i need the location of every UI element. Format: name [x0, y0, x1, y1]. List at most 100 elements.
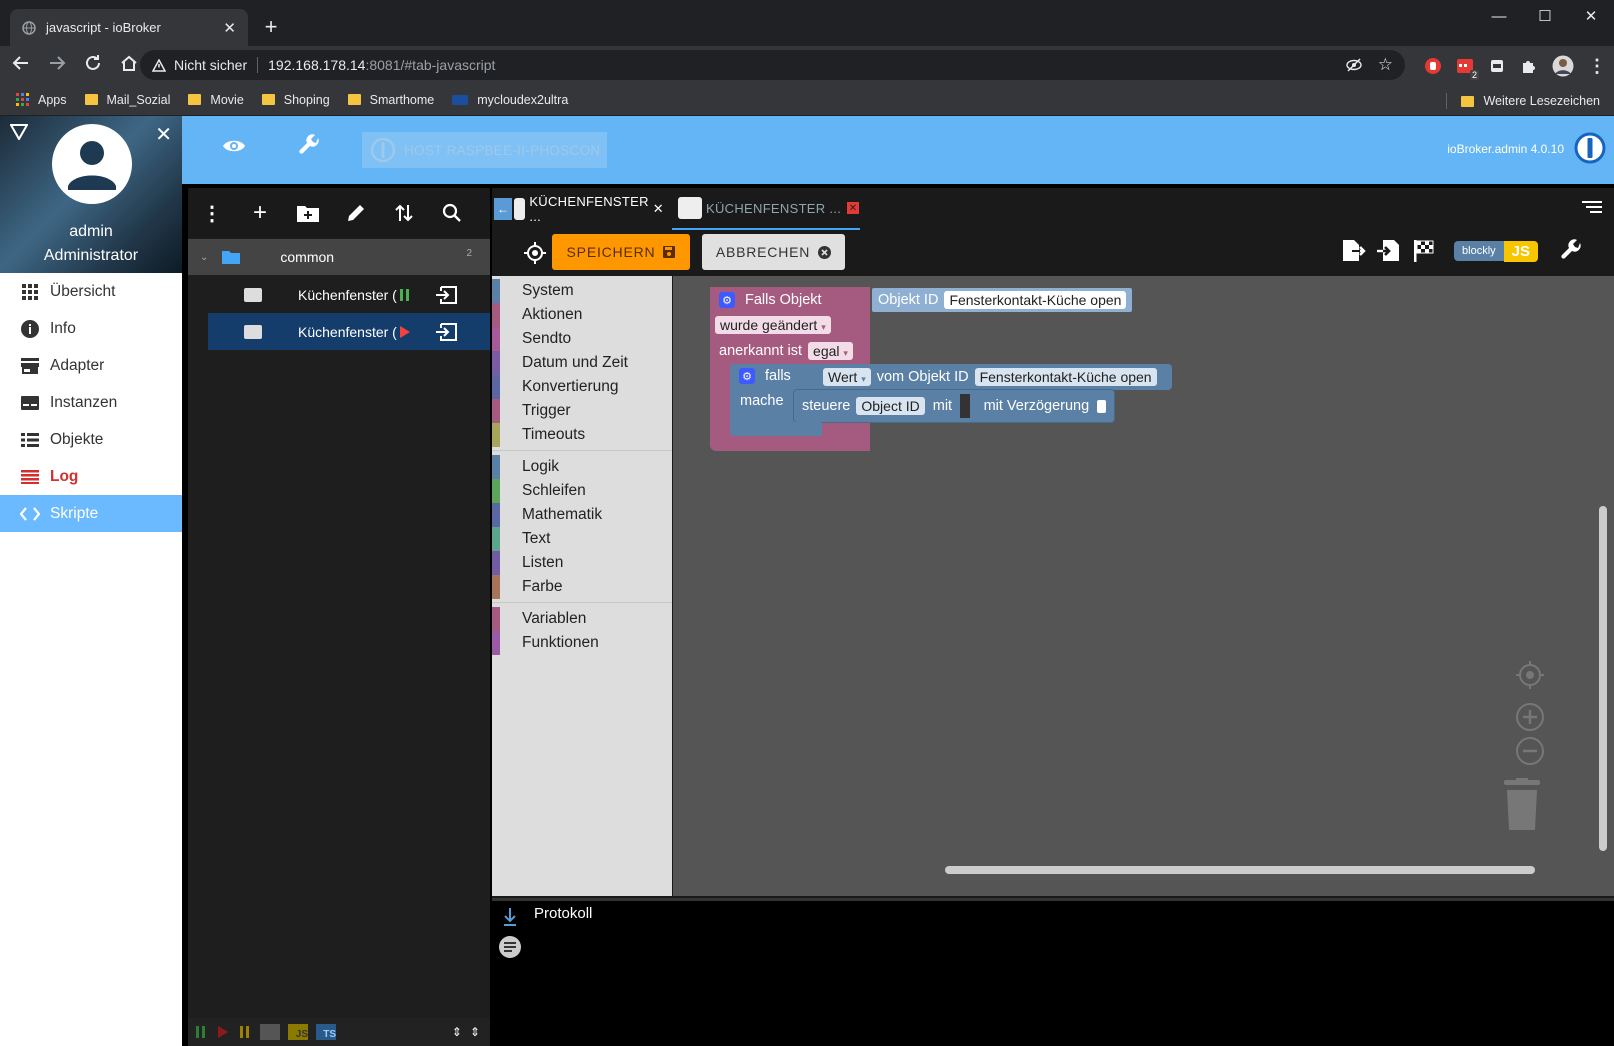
hand-extension-icon[interactable]: [1424, 57, 1442, 75]
blockly-filter-icon[interactable]: [260, 1024, 280, 1040]
goto-log-icon[interactable]: [435, 322, 457, 341]
sort-button[interactable]: [380, 188, 428, 238]
filter-triangle-icon[interactable]: [10, 124, 28, 140]
calendar-extension-icon[interactable]: 2: [1456, 57, 1479, 80]
nav-item-log[interactable]: Log: [0, 458, 182, 495]
wrench-settings-icon[interactable]: [1560, 239, 1584, 263]
star-icon[interactable]: ☆: [1378, 55, 1393, 75]
other-bookmarks[interactable]: Weitere Lesezeichen: [1446, 93, 1600, 109]
toolbox-category-farbe[interactable]: Farbe: [492, 575, 672, 599]
close-window-icon[interactable]: ✕: [1568, 7, 1614, 25]
clear-log-icon[interactable]: [498, 935, 522, 959]
bookmark-shoping[interactable]: Shoping: [261, 93, 330, 107]
toolbox-category-schleifen[interactable]: Schleifen: [492, 479, 672, 503]
rename-button[interactable]: [332, 188, 380, 238]
script-row-selected[interactable]: Küchenfenster (: [208, 313, 490, 350]
minimize-icon[interactable]: —: [1476, 8, 1522, 25]
chevron-down-icon[interactable]: ⌄: [200, 252, 208, 263]
toolbox-category-timeouts[interactable]: Timeouts: [492, 423, 672, 447]
object-id-block[interactable]: Objekt ID Fensterkontakt-Küche open: [872, 288, 1133, 312]
close-unsaved-tab-icon[interactable]: ✕: [847, 202, 860, 214]
collapse-all-icon[interactable]: ⇕: [470, 1025, 480, 1039]
nav-item-skripte[interactable]: Skripte: [0, 495, 182, 532]
reload-icon[interactable]: [84, 54, 102, 72]
trash-icon[interactable]: [1501, 778, 1543, 832]
delay-checkbox[interactable]: [1097, 399, 1106, 413]
nav-item-objekte[interactable]: Objekte: [0, 421, 182, 458]
export-icon[interactable]: [1340, 238, 1366, 264]
nav-item-overview[interactable]: Übersicht: [0, 273, 182, 310]
object-id-field[interactable]: Fensterkontakt-Küche open: [944, 291, 1127, 309]
add-script-button[interactable]: +: [236, 188, 284, 238]
value-object-field[interactable]: Fensterkontakt-Küche open: [974, 368, 1157, 386]
back-icon[interactable]: [12, 54, 30, 72]
expand-all-icon[interactable]: ⇕: [452, 1025, 462, 1039]
editor-tab-1[interactable]: KÜCHENFENSTER ... ✕: [514, 188, 664, 230]
menu-lines-icon[interactable]: [1582, 200, 1602, 214]
import-icon[interactable]: [1376, 238, 1402, 264]
home-icon[interactable]: [120, 54, 138, 72]
toolbox-category-mathematik[interactable]: Mathematik: [492, 503, 672, 527]
toolbox-category-variablen[interactable]: Variablen: [492, 607, 672, 631]
js-filter-icon[interactable]: JS: [288, 1024, 308, 1040]
script-row[interactable]: Küchenfenster (: [208, 276, 490, 313]
play-filter-icon[interactable]: [216, 1025, 230, 1039]
add-folder-button[interactable]: [284, 188, 332, 238]
play-status-icon[interactable]: [399, 325, 411, 339]
toolbox-category-konvertierung[interactable]: Konvertierung: [492, 375, 672, 399]
printer-extension-icon[interactable]: [1488, 57, 1506, 75]
address-bar[interactable]: Nicht sicher 192.168.178.14 :8081/#tab-j…: [140, 50, 1405, 80]
nav-item-instanzen[interactable]: Instanzen: [0, 384, 182, 421]
zoom-out-icon[interactable]: [1515, 736, 1545, 766]
pause-filter-icon[interactable]: [194, 1025, 208, 1039]
more-vert-button[interactable]: ⋮: [188, 188, 236, 238]
toolbox-category-logik[interactable]: Logik: [492, 455, 672, 479]
value-dropdown[interactable]: Wert ▾: [823, 368, 871, 386]
bookmark-mycloud[interactable]: mycloudex2ultra: [452, 93, 568, 107]
wrench-icon[interactable]: [298, 134, 322, 158]
changed-dropdown[interactable]: wurde geändert ▾: [715, 316, 831, 334]
save-button[interactable]: SPEICHERN: [552, 234, 690, 270]
menu-dots-icon[interactable]: ⋮: [1588, 56, 1606, 77]
eye-off-icon[interactable]: [1346, 58, 1362, 72]
scroll-down-icon[interactable]: [502, 907, 518, 927]
pause-all-icon[interactable]: [238, 1025, 252, 1039]
gear-icon[interactable]: ⚙: [719, 292, 735, 308]
toolbox-category-sendto[interactable]: Sendto: [492, 327, 672, 351]
forward-icon[interactable]: [48, 54, 66, 72]
zoom-in-icon[interactable]: [1515, 702, 1545, 732]
ts-filter-icon[interactable]: TS: [316, 1024, 336, 1040]
bookmark-movie[interactable]: Movie: [188, 93, 244, 107]
new-tab-button[interactable]: +: [258, 14, 284, 40]
browser-tab[interactable]: javascript - ioBroker ✕: [10, 9, 248, 46]
bookmark-mail-sozial[interactable]: Mail_Sozial: [84, 93, 170, 107]
nav-item-info[interactable]: Info: [0, 310, 182, 347]
toolbox-category-listen[interactable]: Listen: [492, 551, 672, 575]
ack-dropdown[interactable]: egal ▾: [808, 342, 853, 360]
eye-icon[interactable]: [222, 138, 246, 154]
host-selector[interactable]: HOST RASPBEE-II-PHOSCON: [362, 132, 607, 168]
close-tab-icon[interactable]: ✕: [223, 19, 236, 37]
gear-icon[interactable]: ⚙: [739, 368, 755, 384]
horizontal-scrollbar[interactable]: [945, 866, 1535, 874]
search-button[interactable]: [428, 188, 476, 238]
editor-tab-2-active[interactable]: KÜCHENFENSTER ... ✕: [672, 188, 860, 230]
flag-checkered-icon[interactable]: [1412, 238, 1438, 264]
blockly-workspace[interactable]: ⚙ Falls Objekt Objekt ID Fensterkontakt-…: [673, 276, 1614, 896]
control-block[interactable]: steuere Object ID mit mit Verzögerung: [793, 389, 1115, 423]
bookmark-apps[interactable]: Apps: [16, 93, 67, 107]
puzzle-extensions-icon[interactable]: [1520, 57, 1538, 75]
value-input-slot[interactable]: [960, 394, 970, 418]
close-sidebar-icon[interactable]: ✕: [155, 122, 172, 147]
collapse-tree-icon[interactable]: ←: [494, 198, 512, 220]
nav-item-adapter[interactable]: Adapter: [0, 347, 182, 384]
toolbox-category-funktionen[interactable]: Funktionen: [492, 631, 672, 655]
maximize-icon[interactable]: ☐: [1522, 7, 1568, 25]
toolbox-category-system[interactable]: System: [492, 279, 672, 303]
pause-status-icon[interactable]: [399, 288, 411, 302]
blockly-js-toggle[interactable]: blockly JS: [1454, 239, 1538, 263]
profile-avatar-icon[interactable]: [1552, 55, 1574, 77]
value-block[interactable]: Wert ▾ vom Objekt ID Fensterkontakt-Küch…: [819, 366, 1161, 388]
goto-log-icon[interactable]: [435, 285, 457, 304]
toolbox-category-aktionen[interactable]: Aktionen: [492, 303, 672, 327]
